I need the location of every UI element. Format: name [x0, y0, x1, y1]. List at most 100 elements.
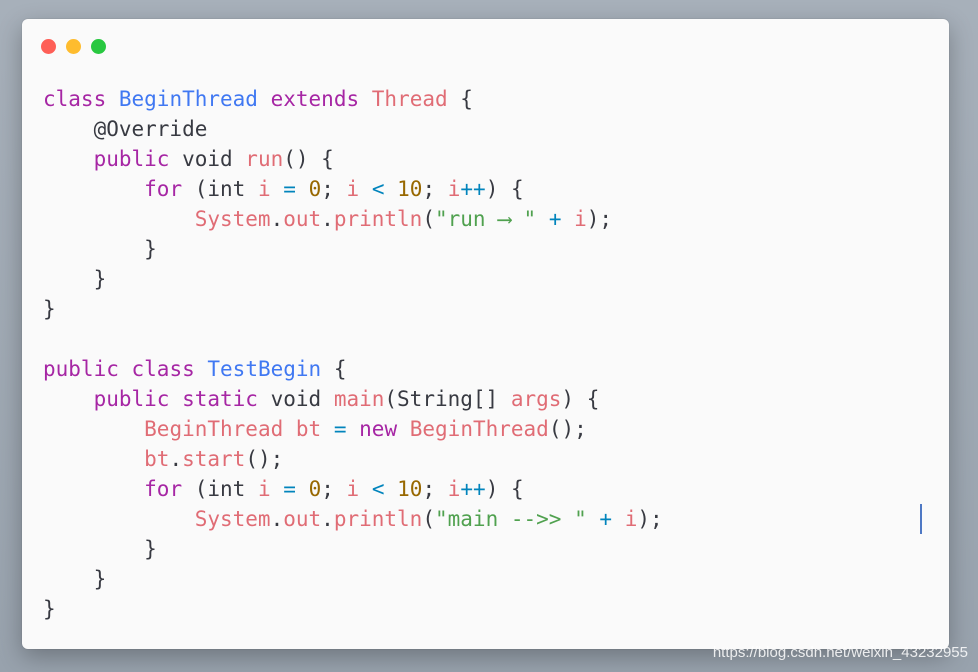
- code-token-operator: =: [283, 177, 296, 201]
- code-line: @Override: [43, 114, 663, 144]
- code-token-number: 0: [308, 177, 322, 201]
- code-line: public void run() {: [43, 144, 663, 174]
- code-token-plain: ;: [422, 177, 448, 201]
- code-token-plain: ;: [321, 477, 347, 501]
- code-line: System.out.println("run ⟶ " + i);: [43, 204, 663, 234]
- code-token-plain: ;: [321, 177, 347, 201]
- code-line: }: [43, 564, 663, 594]
- code-window: class BeginThread extends Thread { @Over…: [22, 19, 949, 649]
- code-token-plain: () {: [283, 147, 334, 171]
- code-token-identifier: println: [333, 507, 423, 531]
- code-token-keyword: new: [359, 417, 398, 441]
- close-button[interactable]: [41, 39, 56, 54]
- watermark: https://blog.csdn.net/weixin_43232955: [712, 644, 968, 661]
- code-token-keyword: class: [131, 357, 195, 381]
- code-token-keyword: static: [182, 387, 258, 411]
- code-token-plain: }: [43, 597, 56, 621]
- code-token-plain: }: [43, 237, 157, 261]
- code-token-identifier: i: [346, 177, 360, 201]
- code-token-plain: }: [43, 537, 157, 561]
- code-token-plain: (: [422, 207, 435, 231]
- code-token-keyword: for: [144, 177, 183, 201]
- code-line: public class TestBegin {: [43, 354, 663, 384]
- code-token-plain: {: [321, 357, 347, 381]
- code-token-keyword: public: [93, 147, 170, 171]
- code-token-plain: (int: [182, 477, 258, 501]
- code-line: }: [43, 264, 663, 294]
- code-block[interactable]: class BeginThread extends Thread { @Over…: [43, 84, 663, 624]
- code-line: public static void main(String[] args) {: [43, 384, 663, 414]
- code-token-plain: ;: [422, 477, 448, 501]
- code-token-plain: {: [447, 87, 473, 111]
- code-token-keyword: extends: [270, 87, 360, 111]
- code-token-operator: +: [548, 207, 562, 231]
- code-token-operator: ++: [460, 477, 486, 501]
- code-token-operator: +: [599, 507, 613, 531]
- code-line: class BeginThread extends Thread {: [43, 84, 663, 114]
- code-token-plain: ) {: [485, 177, 524, 201]
- code-token-plain: void: [169, 147, 246, 171]
- code-token-operator: <: [371, 477, 385, 501]
- code-line: System.out.println("main -->> " + i);: [43, 504, 663, 534]
- code-token-keyword: public: [93, 387, 170, 411]
- code-token-identifier: bt: [295, 417, 322, 441]
- code-token-operator: ++: [460, 177, 486, 201]
- code-token-identifier: i: [624, 507, 638, 531]
- code-token-identifier: System: [194, 507, 271, 531]
- code-token-identifier: i: [574, 207, 587, 231]
- code-token-operator: =: [333, 417, 347, 441]
- code-token-identifier: out: [283, 507, 322, 531]
- code-token-plain: .: [270, 207, 284, 231]
- maximize-button[interactable]: [91, 39, 106, 54]
- code-token-plain: .: [169, 447, 183, 471]
- code-token-keyword: class: [43, 87, 107, 111]
- code-token-operator: =: [283, 477, 296, 501]
- code-token-identifier: println: [333, 207, 423, 231]
- code-token-identifier: bt: [144, 447, 170, 471]
- code-token-identifier: out: [283, 207, 322, 231]
- code-token-number: 10: [397, 477, 423, 501]
- code-token-identifier: System: [194, 207, 271, 231]
- code-token-identifier: args: [510, 387, 562, 411]
- code-token-identifier: BeginThread: [409, 417, 549, 441]
- code-token-identifier: i: [447, 177, 461, 201]
- code-token-plain: (: [422, 507, 435, 531]
- code-token-identifier: i: [447, 477, 461, 501]
- code-token-plain: ();: [548, 417, 587, 441]
- code-token-operator: <: [371, 177, 385, 201]
- code-line: bt.start();: [43, 444, 663, 474]
- code-token-plain: }: [43, 267, 107, 291]
- minimize-button[interactable]: [66, 39, 81, 54]
- code-token-class-name: BeginThread: [118, 87, 258, 111]
- code-token-plain: .: [321, 507, 334, 531]
- code-token-identifier: i: [346, 477, 360, 501]
- code-token-plain: );: [586, 207, 613, 231]
- code-token-plain: (int: [182, 177, 258, 201]
- code-token-keyword: public: [43, 357, 119, 381]
- code-token-plain: .: [270, 507, 284, 531]
- text-caret: [920, 504, 922, 534]
- code-token-number: 0: [308, 477, 322, 501]
